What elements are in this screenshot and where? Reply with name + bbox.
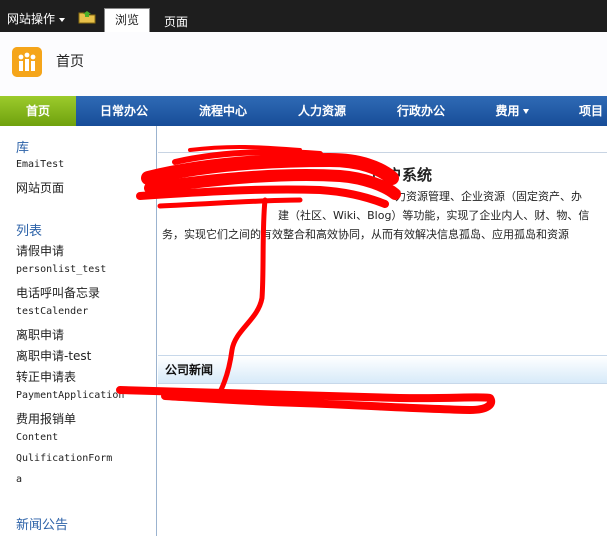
list-item[interactable]: 电话呼叫备忘录 (16, 284, 100, 301)
list-item[interactable]: a (16, 474, 22, 485)
ribbon-bar: 网站操作 浏览 页面 (0, 0, 607, 32)
intro-line-3: 务，实现它们之间的有效整合和高效协同，从而有效解决信息孤岛、应用孤岛和资源 (162, 228, 569, 241)
content-divider (158, 152, 607, 153)
list-item[interactable]: QulificationForm (16, 453, 112, 464)
list-item[interactable]: PaymentApplication (16, 390, 124, 401)
nav-human-resources[interactable]: 人力资源 (284, 96, 360, 126)
nav-expenses-label: 费用 (495, 104, 520, 118)
list-item[interactable]: personlist_test (16, 264, 106, 275)
nav-projects[interactable]: 项目 (566, 96, 607, 126)
site-actions-label: 网站操作 (7, 12, 56, 26)
top-navigation: 首页 日常办公 流程中心 人力资源 行政办公 费用 项目 (0, 96, 607, 126)
list-item[interactable]: Content (16, 432, 58, 443)
list-item[interactable]: 请假申请 (16, 242, 64, 259)
list-item[interactable]: 离职申请-test (16, 347, 91, 364)
chevron-down-icon (59, 17, 66, 22)
company-news-title[interactable]: 公司新闻 (165, 361, 213, 378)
list-item[interactable]: 转正申请表 (16, 368, 76, 385)
nav-home[interactable]: 首页 (0, 96, 76, 126)
site-actions-menu[interactable]: 网站操作 (7, 11, 66, 27)
tab-browse[interactable]: 浏览 (104, 8, 150, 32)
site-header (0, 32, 607, 96)
page-title: 首页 (56, 54, 84, 70)
site-logo-icon[interactable] (12, 47, 42, 77)
nav-admin-office[interactable]: 行政办公 (383, 96, 459, 126)
intro-line-2: 建（社区、Wiki、Blog）等功能，实现了企业内人、财、物、信 (278, 209, 590, 222)
library-item[interactable]: EmaiTest (16, 159, 64, 170)
chevron-down-icon (522, 109, 529, 114)
nav-expenses[interactable]: 费用 (482, 96, 542, 126)
nav-workflow-center[interactable]: 流程中心 (185, 96, 261, 126)
lists-heading[interactable]: 列表 (16, 220, 42, 239)
list-item[interactable]: testCalender (16, 306, 88, 317)
company-news-header (158, 355, 607, 384)
navigate-up-folder-icon[interactable] (78, 10, 96, 24)
libraries-heading[interactable]: 库 (16, 137, 29, 156)
intro-line-1: 力资源管理、企业资源（固定资产、办 (395, 190, 582, 203)
list-item[interactable]: 费用报销单 (16, 410, 76, 427)
list-item[interactable]: 离职申请 (16, 326, 64, 343)
nav-daily-office[interactable]: 日常办公 (86, 96, 162, 126)
tab-page[interactable]: 页面 (156, 8, 196, 32)
library-item[interactable]: 网站页面 (16, 179, 64, 196)
news-heading[interactable]: 新闻公告 (16, 514, 68, 533)
portal-title: 门户系统 (372, 166, 433, 184)
